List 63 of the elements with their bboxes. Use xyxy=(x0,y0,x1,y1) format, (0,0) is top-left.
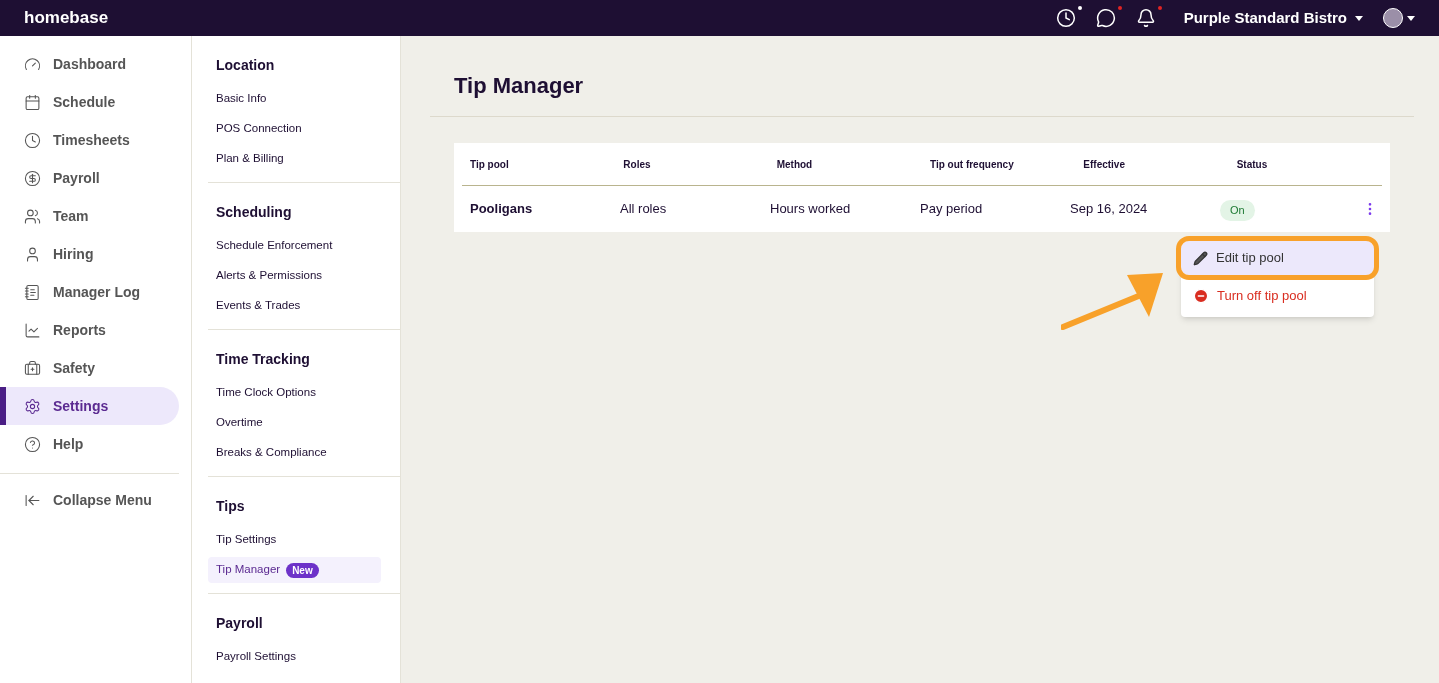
nav-icon xyxy=(24,93,41,111)
table-cell-text: All roles xyxy=(619,200,668,219)
sidebar-item[interactable]: Help xyxy=(0,425,179,463)
sidebar-item[interactable]: Safety xyxy=(0,349,179,387)
settings-link[interactable]: Plan & Billing xyxy=(208,146,381,172)
nav-icon xyxy=(24,169,41,187)
logo: homebase xyxy=(24,7,109,30)
caret-icon xyxy=(1407,15,1415,21)
sidebar-item[interactable]: Settings xyxy=(0,387,179,425)
collapse-menu-button[interactable]: Collapse Menu xyxy=(0,482,179,518)
nav-icon xyxy=(24,55,41,73)
settings-link[interactable]: Schedule Enforcement xyxy=(208,233,381,259)
nav-icon xyxy=(24,245,41,263)
section-heading: Scheduling xyxy=(215,203,293,222)
column-header: Roles xyxy=(622,157,652,172)
new-badge: New xyxy=(286,562,319,578)
table-cell-text: Sep 16, 2024 xyxy=(1069,200,1149,219)
sidebar-item[interactable]: Hiring xyxy=(0,235,179,273)
section-heading: Payroll xyxy=(215,614,264,633)
nav-icon xyxy=(24,131,41,149)
section-heading: Time Tracking xyxy=(215,350,311,369)
sidebar-item[interactable]: Team xyxy=(0,197,179,235)
settings-link[interactable]: Overtime xyxy=(208,410,381,436)
column-header: Tip pool xyxy=(469,157,510,172)
section-heading: Location xyxy=(215,56,276,75)
status-pill: On xyxy=(1220,200,1255,221)
page-title: Tip Manager xyxy=(430,36,1414,117)
settings-link[interactable]: Alerts & Permissions xyxy=(208,263,381,289)
settings-link[interactable]: Breaks & Compliance xyxy=(208,440,381,466)
sidebar-item[interactable]: Manager Log xyxy=(0,273,179,311)
sidebar-item[interactable]: Dashboard xyxy=(0,45,179,83)
sidebar-item[interactable]: Schedule xyxy=(0,83,179,121)
nav-icon xyxy=(24,283,41,301)
caret-icon xyxy=(1355,15,1363,21)
sidebar-item[interactable]: Payroll xyxy=(0,159,179,197)
settings-link[interactable]: Tip Settings xyxy=(208,527,381,553)
nav-icon xyxy=(24,321,41,339)
sidebar-item[interactable]: Timesheets xyxy=(0,121,179,159)
location-dropdown[interactable]: Purple Standard Bistro xyxy=(1183,6,1363,30)
menu-item[interactable]: Turn off tip pool xyxy=(1185,279,1370,313)
avatar-icon xyxy=(1383,8,1403,28)
table-cell-text: Pay period xyxy=(919,200,984,219)
sidebar-item[interactable]: Reports xyxy=(0,311,179,349)
settings-link[interactable]: Basic Info xyxy=(208,86,381,112)
pencil-icon xyxy=(1193,250,1208,266)
column-header: Method xyxy=(775,157,814,172)
avatar-dropdown[interactable] xyxy=(1383,8,1415,28)
nav-icon xyxy=(24,435,41,453)
table-cell-text: Hours worked xyxy=(769,200,852,219)
nav-icon xyxy=(24,207,41,225)
nav-icon xyxy=(24,397,41,415)
column-header: Tip out frequency xyxy=(929,157,1015,172)
settings-link[interactable]: Events & Trades xyxy=(208,293,381,319)
section-heading: Tips xyxy=(215,497,246,516)
nav-icon xyxy=(24,359,41,377)
column-header: Status xyxy=(1235,157,1269,172)
column-header: Effective xyxy=(1082,157,1126,172)
settings-link[interactable]: Time Clock Options xyxy=(208,380,381,406)
table-cell-text: Pooligans xyxy=(469,200,534,219)
settings-link[interactable]: Tip Manager New xyxy=(208,557,381,583)
settings-link[interactable]: Payroll Settings xyxy=(208,644,381,670)
settings-link[interactable]: POS Connection xyxy=(208,116,381,142)
minus-circle-icon xyxy=(1193,288,1209,304)
